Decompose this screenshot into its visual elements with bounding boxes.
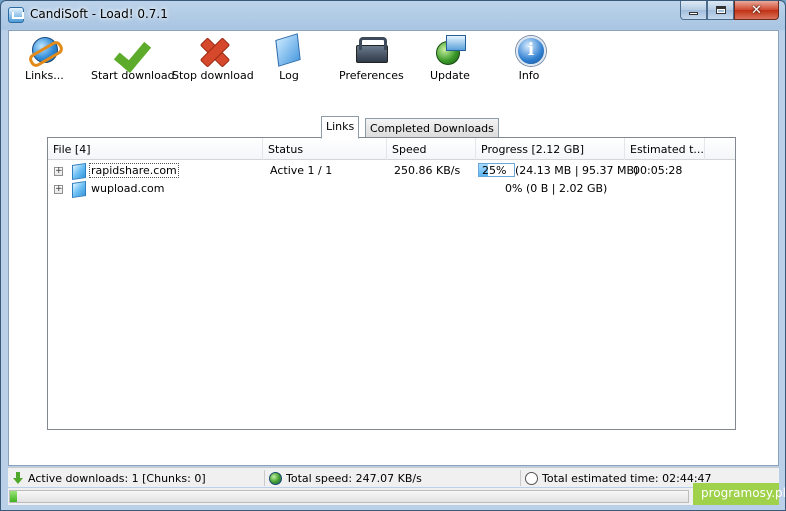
header-file[interactable]: File [4] [48, 138, 263, 160]
overall-progress-bar [9, 490, 689, 503]
estimated-cell: 00:05:28 [633, 164, 683, 177]
info-icon [511, 33, 547, 67]
status-cell: Active 1 / 1 [270, 164, 333, 177]
globe-icon [269, 471, 282, 485]
tab-links[interactable]: Links [321, 116, 360, 139]
active-downloads-status: Active downloads: 1 [Chunks: 0] [13, 468, 206, 488]
progress-percent: 25% [482, 164, 507, 177]
red-x-icon [195, 33, 231, 67]
checkmark-icon [115, 33, 151, 67]
update-button[interactable]: Update [430, 33, 470, 82]
app-window: CandiSoft - Load! 0.7.1 ✕ Links... Start… [0, 0, 786, 511]
expand-icon[interactable]: + [54, 167, 63, 176]
log-label: Log [279, 69, 299, 82]
active-downloads-text: Active downloads: 1 [Chunks: 0] [28, 471, 206, 485]
status-divider [264, 470, 265, 486]
app-icon[interactable] [8, 7, 24, 23]
progress-cell: 0% (0 B | 2.02 GB) [505, 182, 608, 195]
watermark: programosy.pl [693, 483, 786, 505]
host-cube-icon [70, 182, 86, 196]
progress-cell: 25% (24.13 MB | 95.37 MB) [478, 163, 639, 177]
expand-icon[interactable]: + [54, 185, 63, 194]
clock-icon [525, 471, 538, 485]
download-arrow-icon [13, 472, 23, 484]
host-cube-icon [70, 164, 86, 178]
client-area: Links... Start download Stop download Lo… [8, 30, 779, 466]
table-row[interactable]: + rapidshare.com Active 1 / 1 250.86 KB/… [48, 162, 735, 180]
header-estimated[interactable]: Estimated t... [625, 138, 705, 160]
preferences-label: Preferences [339, 69, 404, 82]
total-speed-text: Total speed: 247.07 KB/s [286, 471, 422, 485]
total-estimated-text: Total estimated time: 02:44:47 [542, 471, 712, 485]
close-button[interactable]: ✕ [734, 1, 779, 20]
total-speed-status: Total speed: 247.07 KB/s [269, 468, 422, 488]
list-header: File [4] Status Speed Progress [2.12 GB]… [48, 138, 735, 160]
minimize-button[interactable] [680, 1, 707, 20]
links-button-label: Links... [25, 69, 64, 82]
overall-progress-area [8, 488, 779, 505]
info-button[interactable]: Info [511, 33, 547, 82]
total-estimated-status: Total estimated time: 02:44:47 [525, 468, 712, 488]
overall-progress-fill [10, 491, 17, 502]
links-button[interactable]: Links... [25, 33, 64, 82]
status-divider [520, 470, 521, 486]
title-bar[interactable]: CandiSoft - Load! 0.7.1 ✕ [1, 1, 785, 29]
downloads-list[interactable]: File [4] Status Speed Progress [2.12 GB]… [47, 137, 736, 430]
start-download-button[interactable]: Start download [91, 33, 175, 82]
host-name: rapidshare.com [89, 163, 179, 178]
log-button[interactable]: Log [271, 33, 307, 82]
preferences-button[interactable]: Preferences [339, 33, 404, 82]
progress-detail: (24.13 MB | 95.37 MB) [515, 164, 639, 177]
speed-cell: 250.86 KB/s [394, 164, 461, 177]
header-speed[interactable]: Speed [387, 138, 476, 160]
start-download-label: Start download [91, 69, 175, 82]
window-controls: ✕ [680, 1, 779, 20]
notebook-icon [271, 33, 307, 67]
stop-download-label: Stop download [172, 69, 254, 82]
info-label: Info [518, 69, 540, 82]
status-bar: Active downloads: 1 [Chunks: 0] Total sp… [8, 467, 779, 487]
minimize-icon [689, 11, 698, 15]
header-status[interactable]: Status [263, 138, 387, 160]
update-globe-icon [432, 33, 468, 67]
tab-completed-downloads[interactable]: Completed Downloads [365, 118, 499, 138]
globe-link-icon [26, 33, 62, 67]
stop-download-button[interactable]: Stop download [172, 33, 254, 82]
maximize-button[interactable] [707, 1, 734, 20]
host-name-text: rapidshare.com [89, 163, 179, 178]
header-progress[interactable]: Progress [2.12 GB] [476, 138, 625, 160]
maximize-icon [715, 6, 726, 14]
host-name: wupload.com [91, 182, 165, 195]
window-title: CandiSoft - Load! 0.7.1 [30, 7, 168, 21]
close-icon: ✕ [751, 2, 762, 18]
table-row[interactable]: + wupload.com 0% (0 B | 2.02 GB) [48, 180, 735, 198]
update-label: Update [430, 69, 470, 82]
progress-bar: 25% [478, 163, 515, 177]
toolbox-icon [353, 33, 389, 67]
